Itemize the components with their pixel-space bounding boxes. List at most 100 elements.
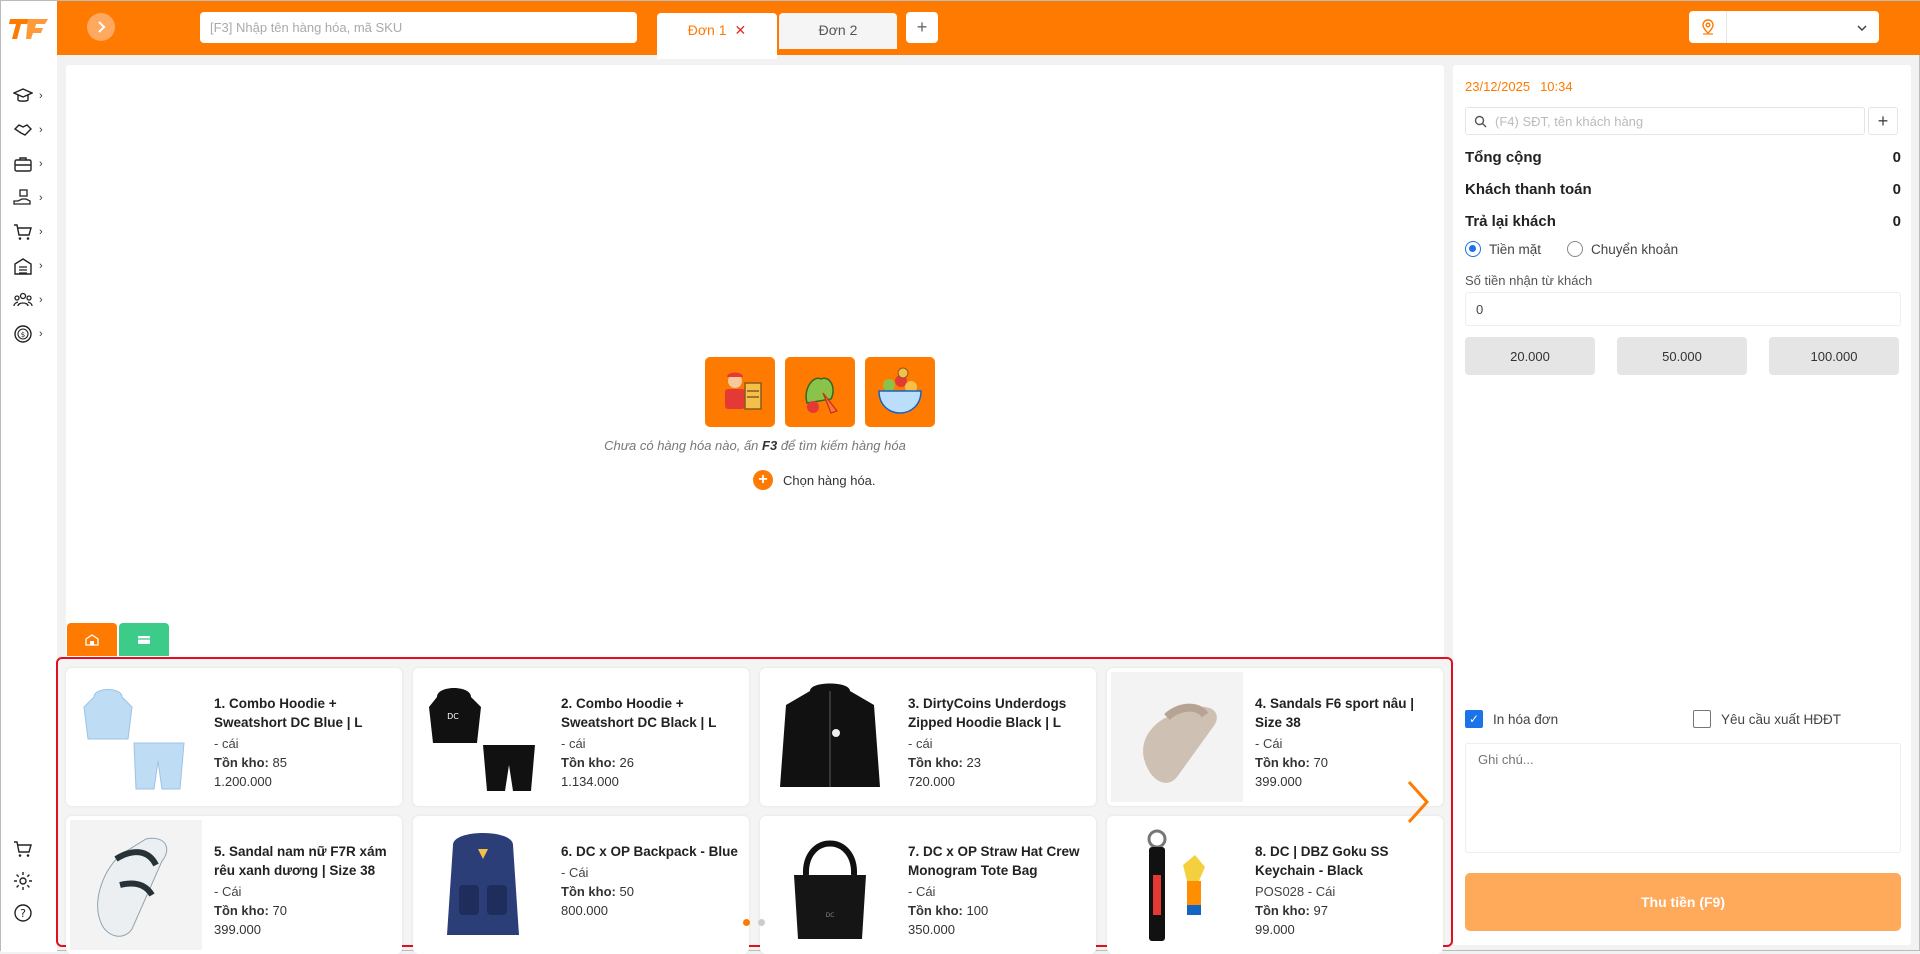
app-logo[interactable]: [1, 1, 57, 55]
close-icon[interactable]: ✕: [735, 22, 747, 38]
transfer-radio[interactable]: [1567, 241, 1584, 257]
product-image-sandal-grey: [70, 820, 202, 950]
product-name: 4. Sandals F6 sport nâu | Size 38: [1255, 696, 1415, 730]
tab-order-2[interactable]: Đơn 2: [779, 13, 897, 49]
product-stock: Tồn kho: 85: [214, 755, 287, 770]
sidebar-item-sales[interactable]: ›: [13, 221, 51, 243]
sidebar-item-training[interactable]: ›: [13, 85, 51, 107]
product-stock: Tồn kho: 26: [561, 755, 634, 770]
quick-amount-50000[interactable]: 50.000: [1617, 337, 1747, 375]
product-stock: Tồn kho: 70: [214, 903, 287, 918]
add-order-tab-button[interactable]: +: [906, 12, 938, 43]
sidebar-item-partners[interactable]: ›: [13, 119, 51, 141]
order-time: 10:34: [1540, 79, 1573, 94]
help-icon[interactable]: ?: [13, 903, 35, 925]
product-unit: - cái: [561, 736, 586, 751]
change-label: Trả lại khách: [1465, 213, 1556, 230]
store-icon: [85, 633, 99, 646]
search-icon: [1474, 115, 1487, 127]
collect-payment-button[interactable]: Thu tiền (F9): [1465, 873, 1901, 931]
product-card[interactable]: 5. Sandal nam nữ F7R xám rêu xanh dương …: [66, 816, 402, 954]
payment-methods: Tiền mặt Chuyển khoản: [1465, 241, 1678, 257]
empty-state-illustrations: [705, 357, 935, 427]
product-name: 5. Sandal nam nữ F7R xám rêu xanh dương …: [214, 844, 387, 878]
tab-store-products[interactable]: [67, 623, 117, 656]
tab-label: Đơn 1: [687, 22, 727, 38]
product-unit: POS028 - Cái: [1255, 884, 1336, 899]
product-image-hoodie-blue: [70, 672, 202, 802]
sidebar-item-warehouse[interactable]: ›: [13, 255, 51, 277]
sidebar-item-customers[interactable]: ›: [13, 289, 51, 311]
logo-mark: [9, 19, 48, 39]
paid-value: 0: [1892, 181, 1901, 198]
received-amount-input[interactable]: 0: [1465, 292, 1901, 326]
shopping-cart-icon: [14, 224, 32, 240]
chevron-down-icon: [1857, 20, 1867, 34]
quick-amount-20000[interactable]: 20.000: [1465, 337, 1595, 375]
next-page-chevron-icon[interactable]: [1406, 779, 1430, 825]
product-stock: Tồn kho: 50: [561, 884, 634, 899]
sidebar: › › › › › › › $ › ?: [1, 55, 57, 952]
product-image-keychain: [1111, 820, 1243, 950]
customer-search-placeholder: (F4) SĐT, tên khách hàng: [1495, 113, 1644, 129]
product-stock: Tồn kho: 23: [908, 755, 981, 770]
sidebar-item-delivery[interactable]: ›: [13, 187, 51, 209]
page-dot-1[interactable]: [743, 919, 750, 926]
sidebar-item-business[interactable]: ›: [13, 153, 51, 175]
product-card[interactable]: DC 7. DC x OP Straw Hat Crew Monogram To…: [760, 816, 1096, 954]
svg-text:DC: DC: [826, 912, 835, 919]
einvoice-option[interactable]: Yêu cầu xuất HĐĐT: [1693, 710, 1841, 728]
print-invoice-option[interactable]: ✓ In hóa đơn: [1465, 710, 1558, 728]
quick-amount-100000[interactable]: 100.000: [1769, 337, 1899, 375]
empty-cart-message: Chưa có hàng hóa nào, ấn F3 để tìm kiếm …: [604, 438, 906, 453]
location-pin-icon: [1689, 11, 1727, 43]
einvoice-checkbox[interactable]: [1693, 710, 1711, 728]
page-dot-2[interactable]: [758, 919, 765, 926]
product-price: 399.000: [214, 922, 261, 937]
cash-radio[interactable]: [1465, 241, 1481, 257]
cash-label: Tiền mặt: [1489, 241, 1542, 257]
product-stock: Tồn kho: 97: [1255, 903, 1328, 918]
order-datetime: 23/12/2025 10:34: [1465, 79, 1583, 94]
product-image-tote: DC: [764, 820, 896, 950]
sidebar-item-finance[interactable]: $ ›: [13, 323, 51, 345]
customer-search-input[interactable]: (F4) SĐT, tên khách hàng: [1465, 107, 1865, 135]
note-textarea[interactable]: [1465, 743, 1901, 853]
product-card[interactable]: DC 2. Combo Hoodie + Sweatshort DC Black…: [413, 668, 749, 806]
print-invoice-checkbox[interactable]: ✓: [1465, 710, 1483, 728]
product-card[interactable]: 8. DC | DBZ Goku SS Keychain - Black POS…: [1107, 816, 1443, 954]
product-card[interactable]: 6. DC x OP Backpack - Blue - Cái Tồn kho…: [413, 816, 749, 954]
tab-order-1[interactable]: Đơn 1 ✕: [657, 13, 777, 59]
product-price: 800.000: [561, 903, 608, 918]
product-card[interactable]: 3. DirtyCoins Underdogs Zipped Hoodie Bl…: [760, 668, 1096, 806]
print-invoice-label: In hóa đơn: [1493, 711, 1559, 727]
product-price: 1.200.000: [214, 774, 272, 789]
product-card[interactable]: 1. Combo Hoodie + Sweatshort DC Blue | L…: [66, 668, 402, 806]
product-unit: - Cái: [561, 865, 589, 880]
chevron-right-icon: [98, 21, 106, 33]
product-card[interactable]: 4. Sandals F6 sport nâu | Size 38 - Cái …: [1107, 668, 1443, 806]
change-value: 0: [1892, 213, 1901, 230]
tab-product-grid[interactable]: [119, 623, 169, 656]
checkout-panel: 23/12/2025 10:34 (F4) SĐT, tên khách hàng…: [1453, 65, 1911, 945]
received-amount-label: Số tiền nhận từ khách: [1465, 273, 1593, 288]
product-grid: 1. Combo Hoodie + Sweatshort DC Blue | L…: [56, 657, 1453, 954]
choose-product-button[interactable]: + Chọn hàng hóa.: [753, 470, 876, 490]
total-label: Tổng cộng: [1465, 149, 1542, 166]
add-customer-button[interactable]: +: [1868, 107, 1898, 135]
product-search-input[interactable]: [200, 12, 637, 43]
product-name: 8. DC | DBZ Goku SS Keychain - Black: [1255, 844, 1389, 878]
cart-icon[interactable]: [13, 839, 35, 861]
expand-sidebar-button[interactable]: [87, 13, 115, 41]
product-name: 6. DC x OP Backpack - Blue: [561, 844, 738, 859]
change-row: Trả lại khách 0: [1465, 213, 1901, 230]
product-price: 350.000: [908, 922, 955, 937]
top-bar: Đơn 1 ✕ Đơn 2 +: [1, 1, 1920, 59]
pagination-dots: [743, 919, 765, 926]
svg-text:?: ?: [20, 907, 26, 920]
briefcase-icon: [14, 157, 32, 172]
gear-icon[interactable]: [13, 871, 35, 893]
branch-select[interactable]: [1689, 11, 1879, 43]
delivery-hand-icon: [13, 189, 31, 205]
paid-label: Khách thanh toán: [1465, 181, 1592, 198]
